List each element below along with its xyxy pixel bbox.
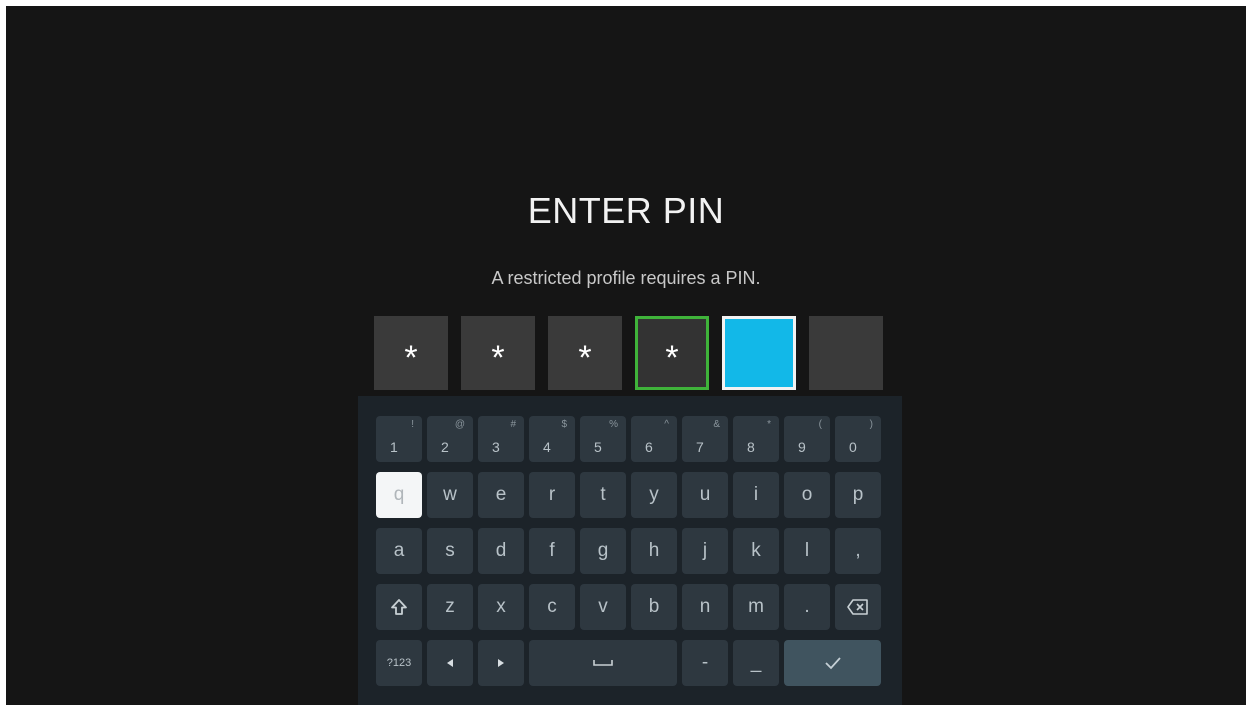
key-alt-label: # [510,419,516,430]
key-2[interactable]: 2 @ [427,416,473,462]
pin-digit-1: * [374,316,448,390]
key-label: 3 [492,439,500,455]
backspace-key[interactable] [835,584,881,630]
key-alt-label: ) [869,419,873,430]
page-subtitle: A restricted profile requires a PIN. [491,268,761,288]
enter-key[interactable] [784,640,881,686]
key-label: 4 [543,439,551,455]
checkmark-icon [824,657,841,670]
pin-digit-6 [809,316,883,390]
key-label: 1 [390,439,398,455]
backspace-icon [847,599,868,615]
key-alt-label: % [609,419,618,430]
key-s[interactable]: s [427,528,473,574]
arrow-right-icon [498,658,504,667]
shift-key[interactable] [376,584,422,630]
key-p[interactable]: p [835,472,881,518]
key-alt-label: @ [454,419,465,430]
key-9[interactable]: 9( [784,416,830,462]
key-v[interactable]: v [580,584,626,630]
key-alt-label: ^ [664,419,669,430]
key-label: 5 [594,439,602,455]
key-1[interactable]: 1! [376,416,422,462]
key-i[interactable]: i [733,472,779,518]
key-label: 6 [645,439,653,455]
key-8[interactable]: 8 * [733,416,779,462]
key-f[interactable]: f [529,528,575,574]
key-j[interactable]: j [682,528,728,574]
key-x[interactable]: x [478,584,524,630]
key-alt-label: $ [561,419,567,430]
key-7[interactable]: 7 & [682,416,728,462]
pin-digit-3: * [548,316,622,390]
onscreen-keyboard: 1! 2 @ 3 # 4 $ 5% 6 ^ 7 & 8 * 9( 0) q w e r t … [358,396,902,705]
key-l[interactable]: l [784,528,830,574]
key-label: 9 [798,439,806,455]
pin-digit-4: * [635,316,709,390]
key-b[interactable]: b [631,584,677,630]
key-o[interactable]: o [784,472,830,518]
key-6[interactable]: 6 ^ [631,416,677,462]
key-c[interactable]: c [529,584,575,630]
key-y[interactable]: y [631,472,677,518]
arrow-left-icon [447,658,453,667]
space-key[interactable] [529,640,677,686]
pin-digit-5-active [722,316,796,390]
key-4[interactable]: 4 $ [529,416,575,462]
key-d[interactable]: d [478,528,524,574]
key-5[interactable]: 5% [580,416,626,462]
key-z[interactable]: z [427,584,473,630]
key-period[interactable]: . [784,584,830,630]
key-alt-label: & [713,419,720,430]
key-g[interactable]: g [580,528,626,574]
key-alt-label: ( [818,419,822,430]
cursor-left-key[interactable] [427,640,473,686]
key-underscore[interactable]: _ [733,640,779,686]
key-alt-label: ! [411,419,414,430]
key-a[interactable]: a [376,528,422,574]
symbols-key[interactable]: ?123 [376,640,422,686]
pin-digit-2: * [461,316,535,390]
key-m[interactable]: m [733,584,779,630]
key-label: 2 [441,439,449,455]
key-w[interactable]: w [427,472,473,518]
page-title: ENTER PIN [527,190,725,231]
key-label: 7 [696,439,704,455]
key-alt-label: * [767,419,771,430]
key-n[interactable]: n [682,584,728,630]
key-dash[interactable]: - [682,640,728,686]
key-label: 8 [747,439,755,455]
key-e[interactable]: e [478,472,524,518]
key-label: 0 [849,439,857,455]
key-u[interactable]: u [682,472,728,518]
space-icon [593,659,613,666]
key-q[interactable]: q [376,472,422,518]
shift-icon [391,599,407,615]
key-comma[interactable]: , [835,528,881,574]
key-t[interactable]: t [580,472,626,518]
key-3[interactable]: 3 # [478,416,524,462]
key-0[interactable]: 0) [835,416,881,462]
key-k[interactable]: k [733,528,779,574]
cursor-right-key[interactable] [478,640,524,686]
key-r[interactable]: r [529,472,575,518]
key-h[interactable]: h [631,528,677,574]
screen: ENTER PIN A restricted profile requires … [6,6,1246,705]
